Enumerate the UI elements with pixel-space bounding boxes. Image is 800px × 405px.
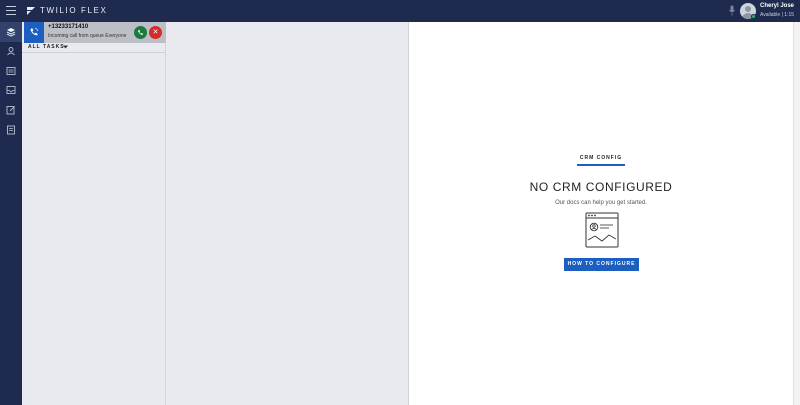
side-navigation — [0, 22, 22, 405]
task-detail-panel — [166, 22, 409, 405]
layers-icon — [6, 28, 16, 37]
phone-icon — [138, 30, 143, 35]
menu-icon[interactable] — [6, 6, 16, 16]
nav-item-agents[interactable] — [0, 41, 22, 61]
task-card[interactable]: +13233171410 Incoming call from queue Ev… — [24, 22, 166, 43]
nav-item-queues[interactable] — [0, 61, 22, 81]
list-icon — [6, 67, 16, 75]
phone-icon — [30, 27, 39, 36]
notes-icon — [6, 106, 15, 115]
accept-button[interactable] — [134, 26, 147, 39]
page-subtitle: Our docs can help you get started. — [555, 200, 647, 206]
microphone-icon[interactable] — [729, 5, 735, 16]
flex-logo-icon — [27, 7, 35, 15]
inbox-icon — [6, 86, 16, 94]
how-to-configure-button[interactable]: HOW TO CONFIGURE — [564, 258, 639, 271]
tab-indicator — [577, 164, 625, 166]
status-badge — [751, 14, 756, 19]
nav-item-inbox[interactable] — [0, 80, 22, 100]
top-bar: TWILIO FLEX Cheryl Jose Available | 1:15 — [0, 0, 800, 22]
user-icon — [7, 47, 15, 56]
scrollbar[interactable] — [793, 22, 800, 405]
app-title: TWILIO FLEX — [40, 6, 108, 15]
nav-item-tasks[interactable] — [0, 22, 22, 42]
reject-button[interactable]: ✕ — [149, 26, 162, 39]
crm-panel: CRM CONFIG NO CRM CONFIGURED Our docs ca… — [409, 22, 793, 405]
nav-item-notes[interactable] — [0, 100, 22, 120]
report-icon — [7, 125, 15, 135]
tab-crm-config[interactable]: CRM CONFIG — [409, 155, 793, 161]
divider — [22, 52, 165, 53]
browser-profile-icon — [585, 212, 619, 248]
user-name[interactable]: Cheryl Jose — [760, 3, 794, 9]
task-description: Incoming call from queue Everyone — [48, 33, 127, 39]
nav-item-reports[interactable] — [0, 120, 22, 140]
caller-number: +13233171410 — [48, 24, 89, 30]
chevron-down-icon[interactable] — [63, 45, 68, 49]
task-filter[interactable]: ALL TASKS — [28, 44, 65, 50]
user-status[interactable]: Available | 1:15 — [760, 12, 794, 18]
close-icon: ✕ — [152, 29, 159, 36]
page-title: NO CRM CONFIGURED — [529, 180, 673, 194]
task-channel — [24, 22, 44, 43]
task-list-panel: +13233171410 Incoming call from queue Ev… — [22, 22, 166, 405]
